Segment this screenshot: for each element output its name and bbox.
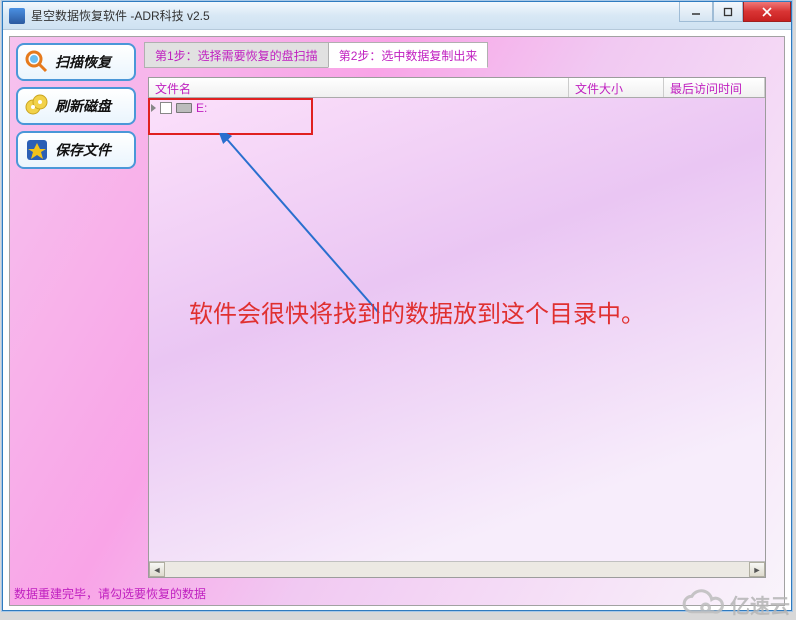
watermark-logo-icon (678, 588, 724, 620)
sidebar-item-scan-recover[interactable]: 扫描恢复 (16, 43, 136, 81)
scroll-right-button[interactable]: ► (749, 562, 765, 577)
watermark-text: 亿速云 (730, 590, 790, 619)
close-button[interactable] (743, 2, 791, 22)
client-area: 扫描恢复 刷新磁盘 保存文件 第1步：选择需要恢复的盘扫描 第2步： (3, 30, 791, 610)
refresh-disk-icon (24, 93, 50, 119)
body-panel: 扫描恢复 刷新磁盘 保存文件 第1步：选择需要恢复的盘扫描 第2步： (9, 36, 785, 606)
column-filesize[interactable]: 文件大小 (569, 78, 664, 97)
magnifier-icon (24, 49, 50, 75)
maximize-button[interactable] (713, 2, 743, 22)
list-body: E: 软件会很快将找到的数据放到这个目录中。 (149, 98, 765, 561)
column-lastaccess[interactable]: 最后访问时间 (664, 78, 765, 97)
sidebar-item-save-file[interactable]: 保存文件 (16, 131, 136, 169)
tab-step2[interactable]: 第2步：选中数据复制出来 (328, 42, 489, 68)
minimize-icon (691, 7, 701, 17)
sidebar-item-label: 保存文件 (55, 140, 111, 160)
scroll-left-button[interactable]: ◄ (149, 562, 165, 577)
titlebar[interactable]: 星空数据恢复软件 -ADR科技 v2.5 (3, 2, 791, 30)
watermark: 亿速云 (678, 588, 790, 620)
row-checkbox[interactable] (160, 102, 172, 114)
list-item[interactable]: E: (149, 98, 765, 118)
maximize-icon (723, 7, 733, 17)
step-tabs: 第1步：选择需要恢复的盘扫描 第2步：选中数据复制出来 (144, 42, 487, 68)
horizontal-scrollbar[interactable]: ◄ ► (149, 561, 765, 577)
sidebar-item-label: 刷新磁盘 (55, 96, 111, 116)
sidebar-item-label: 扫描恢复 (55, 52, 111, 72)
annotation-arrow (219, 133, 439, 333)
scroll-track[interactable] (165, 562, 749, 577)
save-file-icon (24, 137, 50, 163)
file-list-panel: 文件名 文件大小 最后访问时间 E: (148, 77, 766, 578)
minimize-button[interactable] (679, 2, 713, 22)
sidebar: 扫描恢复 刷新磁盘 保存文件 (16, 43, 136, 169)
column-filename[interactable]: 文件名 (149, 78, 569, 97)
app-window: 星空数据恢复软件 -ADR科技 v2.5 扫描恢复 (2, 1, 792, 611)
app-icon (9, 8, 25, 24)
window-title: 星空数据恢复软件 -ADR科技 v2.5 (31, 7, 210, 24)
window-controls (679, 2, 791, 22)
list-header: 文件名 文件大小 最后访问时间 (149, 78, 765, 98)
sidebar-item-refresh-disk[interactable]: 刷新磁盘 (16, 87, 136, 125)
row-label: E: (196, 101, 207, 115)
annotation-text: 软件会很快将找到的数据放到这个目录中。 (189, 294, 645, 329)
close-icon (762, 7, 772, 17)
status-bar: 数据重建完毕，请勾选要恢复的数据 (14, 585, 206, 602)
expand-icon[interactable] (151, 104, 156, 112)
drive-icon (176, 103, 192, 113)
tab-step1[interactable]: 第1步：选择需要恢复的盘扫描 (144, 42, 329, 68)
